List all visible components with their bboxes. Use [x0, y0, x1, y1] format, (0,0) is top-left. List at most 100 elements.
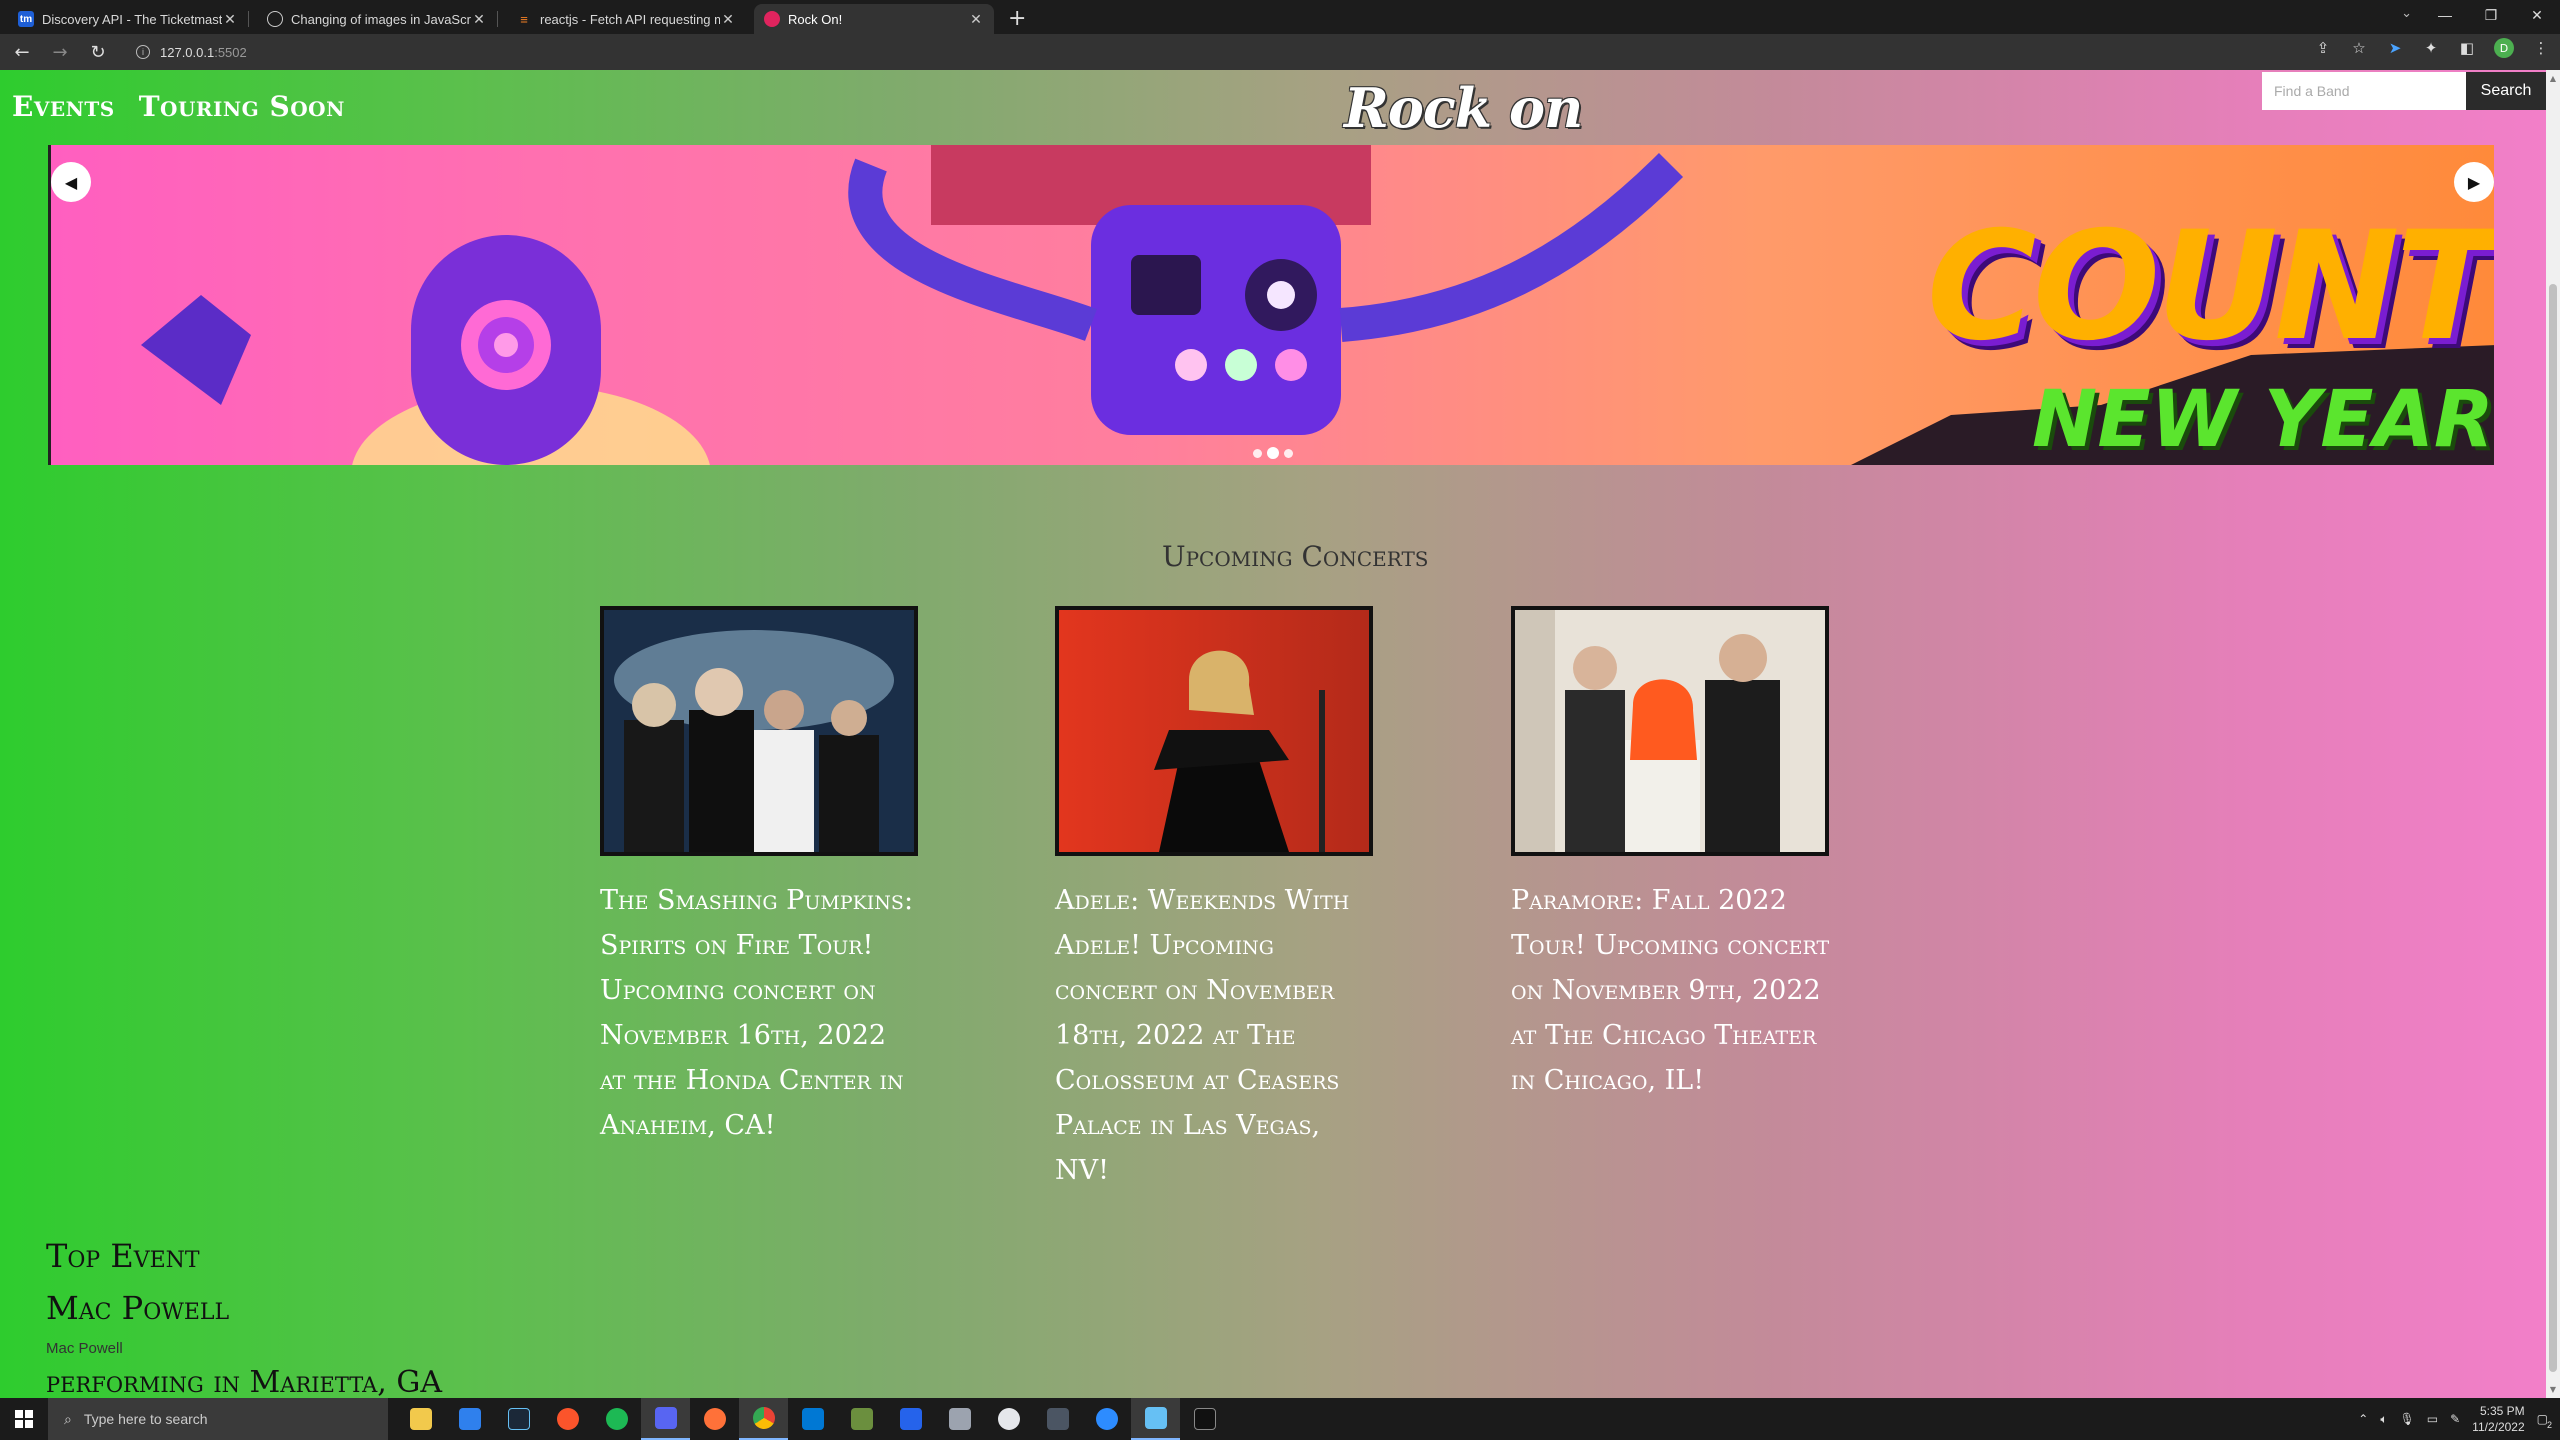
concert-description: Adele: Weekends With Adele! Upcoming con…: [1055, 885, 1350, 1186]
menu-kebab-icon[interactable]: ⋮: [2532, 39, 2550, 57]
top-event-subtitle: Mac Powell: [46, 1340, 123, 1357]
scroll-down-arrow-icon[interactable]: ▼: [2546, 1385, 2560, 1394]
taskbar-search-box[interactable]: ⌕ Type here to search: [48, 1398, 388, 1440]
window-controls: — ❐ ✕: [2422, 0, 2560, 30]
extension-arrow-icon[interactable]: ➤: [2386, 39, 2404, 57]
game-icon[interactable]: [1033, 1398, 1082, 1440]
close-tab-icon[interactable]: ✕: [720, 11, 736, 28]
carousel-dot[interactable]: [1284, 448, 1293, 458]
minimize-icon[interactable]: —: [2422, 0, 2468, 30]
back-icon[interactable]: ←: [6, 38, 38, 66]
tab-title: Rock On!: [788, 11, 843, 27]
tab-title: Changing of images in JavaScript: [291, 11, 471, 27]
firefox-icon[interactable]: [690, 1398, 739, 1440]
tab-title: reactjs - Fetch API requesting m: [540, 11, 720, 27]
restore-icon[interactable]: ❐: [2468, 0, 2514, 30]
minecraft-icon[interactable]: [837, 1398, 886, 1440]
site-info-icon[interactable]: i: [136, 45, 150, 59]
mail-icon[interactable]: [445, 1398, 494, 1440]
chevron-up-icon[interactable]: ⌃: [2358, 1412, 2368, 1426]
forward-icon[interactable]: →: [44, 38, 76, 66]
volume-icon[interactable]: 🔈︎: [2380, 1412, 2387, 1427]
search-icon: ⌕: [64, 1410, 72, 1427]
extensions-puzzle-icon[interactable]: ✦: [2422, 39, 2440, 57]
clock[interactable]: 5:35 PM 11/2/2022: [2472, 1403, 2525, 1435]
terminal-icon[interactable]: [1180, 1398, 1229, 1440]
address-bar-row: ← → ↻ i 127.0.0.1:5502: [0, 34, 2560, 70]
carousel-dot[interactable]: [1253, 448, 1262, 458]
tab-separator: [497, 11, 498, 27]
vscode-icon[interactable]: [788, 1398, 837, 1440]
band-photo[interactable]: [600, 606, 918, 856]
top-event-location: performing in Marietta, GA: [46, 1365, 443, 1398]
sidebar-icon[interactable]: ◧: [2458, 39, 2476, 57]
tab-separator: [248, 11, 249, 27]
url-host: 127.0.0.1: [160, 44, 215, 60]
close-tab-icon[interactable]: ✕: [222, 11, 238, 28]
band-photo[interactable]: [1511, 606, 1829, 856]
os-taskbar: ⌕ Type here to search ⌃ 🔈︎ 🎙︎ ▭ ✎ 5:35 P…: [0, 1398, 2560, 1440]
discord-icon[interactable]: [641, 1398, 690, 1440]
chrome-icon[interactable]: [739, 1398, 788, 1440]
network-icon[interactable]: ▭: [2427, 1412, 2438, 1426]
url-port: :5502: [214, 44, 247, 60]
close-tab-icon[interactable]: ✕: [968, 11, 984, 28]
chevron-left-icon: ◀: [64, 172, 78, 192]
nav-events-link[interactable]: Events: [12, 90, 115, 123]
tab-discovery-api[interactable]: tm Discovery API - The Ticketmaster ✕: [8, 4, 248, 34]
carousel-headline: COUNT: [1926, 200, 2494, 374]
carousel-prev-button[interactable]: ◀: [51, 162, 91, 202]
spotify-icon[interactable]: [592, 1398, 641, 1440]
url-field[interactable]: i 127.0.0.1:5502: [126, 38, 2326, 66]
concert-card[interactable]: The Smashing Pumpkins: Spirits on Fire T…: [600, 606, 920, 1148]
steam-big-icon[interactable]: [984, 1398, 1033, 1440]
nav-touring-soon-link[interactable]: Touring Soon: [139, 90, 345, 123]
concert-description: The Smashing Pumpkins: Spirits on Fire T…: [600, 885, 914, 1141]
steam-icon[interactable]: [494, 1398, 543, 1440]
zoom-icon[interactable]: [1082, 1398, 1131, 1440]
profile-avatar[interactable]: D: [2494, 38, 2514, 58]
bookmark-star-icon[interactable]: ☆: [2350, 39, 2368, 57]
find-band-input[interactable]: [2262, 72, 2466, 110]
site-header: Events Touring Soon Rock on Search: [0, 70, 2546, 146]
microphone-icon[interactable]: 🎙︎: [2400, 1412, 2415, 1426]
top-event-heading: Top Event: [46, 1237, 200, 1275]
page-scrollbar[interactable]: ▲ ▼: [2546, 70, 2560, 1398]
main-nav: Events Touring Soon: [12, 90, 345, 123]
notifications-icon[interactable]: ▢ 2: [2537, 1412, 2552, 1430]
share-icon[interactable]: ⇪: [2314, 39, 2332, 57]
concert-card[interactable]: Paramore: Fall 2022 Tour! Upcoming conce…: [1511, 606, 1831, 1103]
stackoverflow-icon: ≡: [520, 11, 528, 27]
tab-search-icon[interactable]: ⌄: [2401, 6, 2412, 21]
tab-reactjs-fetch[interactable]: ≡ reactjs - Fetch API requesting m ✕: [506, 4, 746, 34]
app-blue-icon[interactable]: [886, 1398, 935, 1440]
windows-start-icon[interactable]: [0, 1398, 48, 1440]
close-window-icon[interactable]: ✕: [2514, 0, 2560, 30]
taskbar-apps: [396, 1398, 1229, 1440]
chevron-right-icon: ▶: [2467, 172, 2481, 192]
close-tab-icon[interactable]: ✕: [471, 11, 487, 28]
carousel-next-button[interactable]: ▶: [2454, 162, 2494, 202]
pen-icon[interactable]: ✎: [2450, 1412, 2460, 1426]
steam-client-icon[interactable]: [1131, 1398, 1180, 1440]
browser-tab-bar: tm Discovery API - The Ticketmaster ✕ Ch…: [0, 0, 2560, 34]
concert-card[interactable]: Adele: Weekends With Adele! Upcoming con…: [1055, 606, 1375, 1193]
scroll-up-arrow-icon[interactable]: ▲: [2546, 74, 2560, 83]
brave-icon[interactable]: [543, 1398, 592, 1440]
carousel-dot-active[interactable]: [1267, 447, 1279, 459]
upcoming-concerts-heading: Upcoming Concerts: [1162, 540, 1429, 573]
new-tab-button[interactable]: +: [1008, 6, 1026, 31]
files-icon[interactable]: [935, 1398, 984, 1440]
clock-date: 11/2/2022: [2472, 1420, 2525, 1434]
file-explorer-icon[interactable]: [396, 1398, 445, 1440]
globe-icon: [267, 11, 283, 27]
scrollbar-thumb[interactable]: [2549, 284, 2557, 1372]
site-logo[interactable]: Rock on: [1344, 76, 1583, 140]
tab-rock-on[interactable]: Rock On! ✕: [754, 4, 994, 34]
carousel-subline: NEW YEAR: [2032, 375, 2494, 465]
search-button[interactable]: Search: [2466, 72, 2546, 110]
tab-changing-images[interactable]: Changing of images in JavaScript ✕: [257, 4, 497, 34]
reload-icon[interactable]: ↻: [82, 38, 114, 66]
band-photo[interactable]: [1055, 606, 1373, 856]
top-event-name[interactable]: Mac Powell: [46, 1282, 442, 1334]
